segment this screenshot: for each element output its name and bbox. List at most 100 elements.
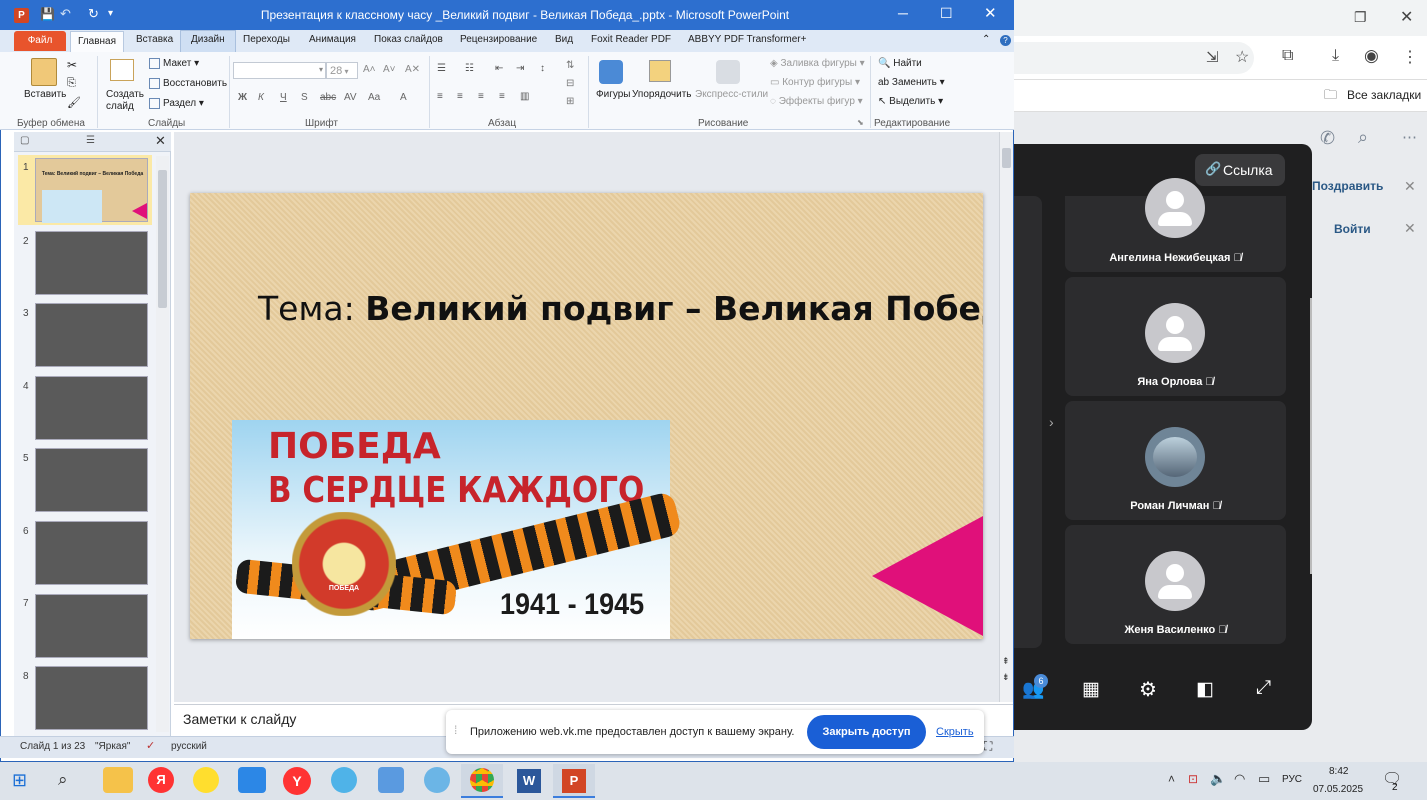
fit-window-icon[interactable]: ⛶	[984, 739, 992, 754]
phone-icon[interactable]: ✆	[1320, 128, 1335, 149]
underline-icon[interactable]: Ч	[280, 92, 287, 103]
tab-view[interactable]: Вид	[555, 34, 573, 45]
tab-transitions[interactable]: Переходы	[243, 34, 290, 45]
new-slide-icon[interactable]	[110, 59, 134, 81]
shape-outline-button[interactable]: ▭ Контур фигуры ▾	[770, 77, 860, 88]
layout-button[interactable]: Макет ▾	[149, 58, 199, 69]
close-window-icon[interactable]: ✕	[984, 4, 997, 22]
app-icon[interactable]	[193, 767, 219, 793]
slide-thumbnail[interactable]	[35, 666, 148, 730]
shape-effects-button[interactable]: ◌ Эффекты фигур ▾	[770, 96, 863, 107]
clock-date[interactable]: 07.05.2025	[1313, 784, 1363, 795]
word-icon[interactable]: W	[517, 769, 541, 793]
grid-icon[interactable]: ▦	[1082, 678, 1100, 701]
quick-styles-icon[interactable]	[716, 60, 740, 84]
decrease-indent-icon[interactable]: ⇤	[495, 63, 503, 74]
theme-name[interactable]: "Яркая"	[95, 741, 130, 752]
drag-handle-icon[interactable]: ⁞	[454, 723, 457, 737]
slides-tab-icon[interactable]: ▢	[20, 135, 29, 146]
select-button[interactable]: ↖ Выделить ▾	[878, 96, 943, 107]
new-slide-button[interactable]: Создать слайд	[106, 89, 146, 113]
spellcheck-icon[interactable]: ✓	[146, 739, 155, 752]
slide-thumbnail[interactable]	[35, 594, 148, 658]
slide-title[interactable]: Тема: Великий подвиг – Великая Победа	[258, 289, 983, 328]
close-pane-icon[interactable]: ✕	[155, 133, 166, 149]
participant-tile[interactable]: Ангелина Нежибецкая 🎙̸	[1065, 178, 1286, 272]
bullets-icon[interactable]: ☰	[437, 63, 446, 74]
columns-icon[interactable]: ▥	[520, 91, 529, 102]
shrink-font-icon[interactable]: A˅	[383, 64, 396, 75]
stop-sharing-button[interactable]: Закрыть доступ	[807, 715, 926, 749]
outline-tab-icon[interactable]: ☰	[86, 135, 95, 146]
participant-tile[interactable]: Женя Василенко 🎙̸	[1065, 525, 1286, 644]
keyboard-language[interactable]: РУС	[1282, 774, 1302, 785]
tray-app-icon[interactable]: ⊡	[1188, 772, 1198, 786]
participant-tile[interactable]: Роман Личман 🎙̸	[1065, 401, 1286, 520]
explorer-icon[interactable]	[103, 767, 133, 793]
volume-icon[interactable]: 🔈	[1210, 771, 1226, 787]
shapes-icon[interactable]	[599, 60, 623, 84]
extensions-icon[interactable]: ⧉	[1282, 47, 1293, 65]
find-button[interactable]: 🔍 Найти	[878, 58, 922, 69]
save-icon[interactable]: 💾	[40, 7, 55, 21]
scrollbar[interactable]	[1310, 298, 1312, 574]
case-icon[interactable]: Aa	[368, 92, 380, 103]
copy-icon[interactable]: ⎘	[67, 77, 76, 90]
fullscreen-icon[interactable]: ⤢	[1256, 677, 1271, 699]
powerpoint-logo-icon[interactable]: P	[14, 8, 29, 23]
install-icon[interactable]: ⇲	[1206, 48, 1219, 66]
arrange-button[interactable]: Упорядочить	[632, 89, 692, 100]
slide-thumbnail[interactable]	[35, 376, 148, 440]
tab-design[interactable]: Дизайн	[180, 30, 236, 52]
align-text-icon[interactable]: ⊟	[566, 78, 574, 89]
quick-styles-button[interactable]: Экспресс-стили	[695, 89, 768, 100]
shape-fill-button[interactable]: ◈ Заливка фигуры ▾	[770, 58, 865, 69]
align-center-icon[interactable]: ≡	[457, 91, 463, 102]
close-login-icon[interactable]: ✕	[1404, 220, 1416, 237]
tab-slideshow[interactable]: Показ слайдов	[374, 34, 443, 45]
scroll-thumb[interactable]	[1002, 148, 1011, 168]
battery-icon[interactable]: ▭	[1258, 771, 1270, 787]
yandex-icon[interactable]: Я	[148, 767, 174, 793]
strike-icon[interactable]: abc	[320, 92, 336, 103]
layout-icon[interactable]: ◧	[1196, 678, 1214, 701]
app-icon[interactable]	[331, 767, 357, 793]
pane-scrollbar[interactable]	[156, 156, 169, 732]
tab-abbyy[interactable]: ABBYY PDF Transformer+	[688, 34, 806, 45]
paste-icon[interactable]	[31, 58, 57, 86]
numbering-icon[interactable]: ☷	[465, 63, 474, 74]
tab-insert[interactable]: Вставка	[136, 34, 173, 45]
ribbon-collapse-icon[interactable]: ⌃	[982, 34, 990, 45]
all-bookmarks-link[interactable]: Все закладки	[1347, 88, 1421, 102]
font-color-icon[interactable]: A	[400, 92, 407, 103]
language-status[interactable]: русский	[171, 741, 207, 752]
mail-icon[interactable]	[238, 767, 266, 793]
powerpoint-taskbar-button[interactable]: P	[553, 764, 595, 798]
hide-link[interactable]: Скрыть	[936, 726, 974, 738]
chevron-right-icon[interactable]: ›	[1049, 414, 1054, 430]
slide-thumbnail[interactable]	[35, 448, 148, 512]
slide-scrollbar[interactable]: ⇞ ⇟	[999, 132, 1013, 702]
shapes-button[interactable]: Фигуры	[596, 89, 630, 100]
clock-time[interactable]: 8:42	[1329, 766, 1348, 777]
restore-icon[interactable]: ❐	[1354, 9, 1367, 26]
poster-image[interactable]: ПОБЕДА В СЕРДЦЕ КАЖДОГО ПОБЕДА 1941 - 19…	[232, 420, 683, 639]
search-icon[interactable]: ⌕	[58, 770, 68, 790]
chrome-taskbar-button[interactable]	[461, 764, 503, 798]
bold-icon[interactable]: Ж	[238, 92, 247, 103]
download-icon[interactable]: ⤓	[1332, 47, 1339, 65]
align-right-icon[interactable]: ≡	[478, 91, 484, 102]
italic-icon[interactable]: К	[258, 92, 264, 103]
reset-button[interactable]: Восстановить	[149, 78, 227, 89]
arrange-icon[interactable]	[649, 60, 671, 82]
tab-review[interactable]: Рецензирование	[460, 34, 537, 45]
dialog-launcher-icon[interactable]: ⬊	[857, 118, 864, 127]
cut-icon[interactable]: ✂	[67, 58, 77, 72]
bookmark-star-icon[interactable]: ☆	[1235, 47, 1249, 67]
close-notice-icon[interactable]: ✕	[1404, 178, 1416, 195]
font-family-select[interactable]: ▾	[233, 62, 326, 79]
spacing-icon[interactable]: AV	[344, 92, 357, 103]
tab-foxit[interactable]: Foxit Reader PDF	[591, 34, 671, 45]
redo-icon[interactable]: ↻	[88, 6, 99, 22]
smartart-icon[interactable]: ⊞	[566, 96, 574, 107]
